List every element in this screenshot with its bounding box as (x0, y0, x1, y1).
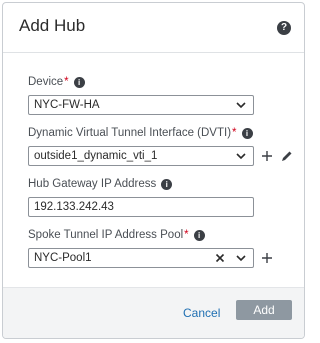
info-icon[interactable]: i (73, 76, 85, 88)
add-hub-dialog: Add Hub ? Device * i NYC-FW-HA Dynamic V… (2, 2, 305, 339)
device-label-text: Device (28, 76, 64, 88)
dialog-header: Add Hub ? (3, 3, 304, 53)
dvti-value: outside1_dynamic_vti_1 (34, 150, 158, 162)
add-button[interactable]: Add (236, 300, 292, 320)
clear-icon[interactable] (214, 252, 226, 264)
cancel-button[interactable]: Cancel (183, 306, 220, 320)
required-marker: * (232, 127, 237, 139)
edit-pencil-icon[interactable] (280, 149, 294, 163)
hub-gateway-input[interactable]: 192.133.242.43 (28, 197, 254, 217)
chevron-down-icon[interactable] (234, 251, 248, 265)
hub-gateway-label-text: Hub Gateway IP Address (28, 178, 157, 190)
add-icon[interactable] (260, 251, 274, 265)
dialog-footer: Cancel Add (3, 287, 304, 338)
info-icon[interactable]: i (161, 178, 173, 190)
info-icon[interactable]: i (193, 229, 205, 241)
dialog-title: Add Hub (19, 16, 86, 35)
question-icon[interactable]: ? (277, 21, 291, 35)
hub-gateway-label: Hub Gateway IP Address i (28, 178, 173, 190)
add-icon[interactable] (260, 149, 274, 163)
spoke-pool-select[interactable]: NYC-Pool1 (28, 248, 254, 268)
hub-gateway-value: 192.133.242.43 (34, 201, 114, 213)
dvti-label-text: Dynamic Virtual Tunnel Interface (DVTI) (28, 127, 232, 139)
chevron-down-icon[interactable] (234, 98, 248, 112)
dvti-select[interactable]: outside1_dynamic_vti_1 (28, 146, 254, 166)
device-value: NYC-FW-HA (34, 99, 100, 111)
info-icon[interactable]: i (241, 127, 253, 139)
dvti-label: Dynamic Virtual Tunnel Interface (DVTI) … (28, 127, 253, 139)
spoke-pool-label: Spoke Tunnel IP Address Pool * i (28, 229, 205, 241)
device-select[interactable]: NYC-FW-HA (28, 95, 254, 115)
required-marker: * (184, 229, 189, 241)
dialog-body: Device * i NYC-FW-HA Dynamic Virtual Tun… (3, 53, 304, 290)
spoke-pool-value: NYC-Pool1 (34, 252, 92, 264)
device-label: Device * i (28, 76, 85, 88)
chevron-down-icon[interactable] (234, 149, 248, 163)
spoke-pool-label-text: Spoke Tunnel IP Address Pool (28, 229, 184, 241)
required-marker: * (64, 76, 69, 88)
